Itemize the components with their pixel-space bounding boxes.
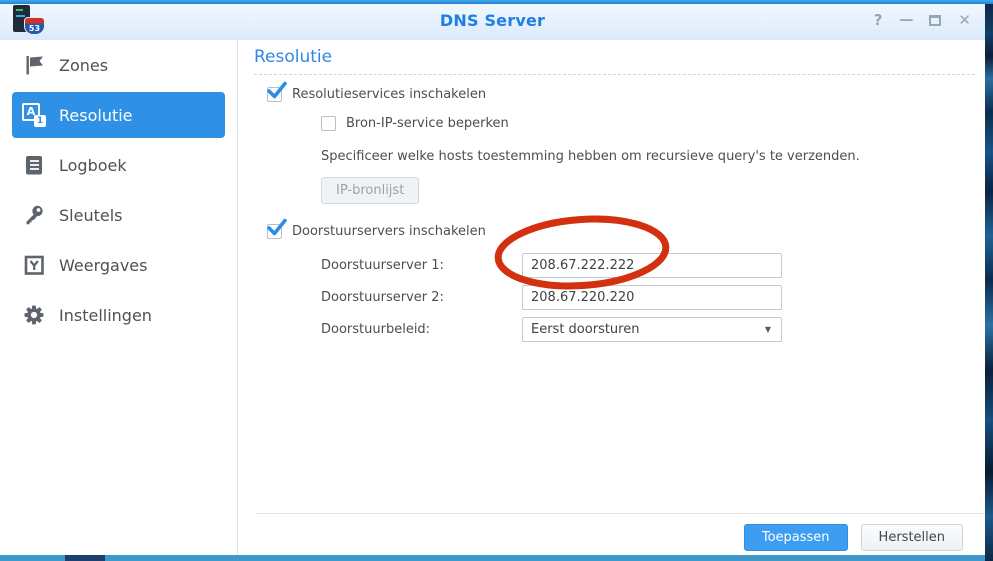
resolution-panel: Resolutie Resolutieservices inschakelen … (238, 40, 985, 555)
desktop-background-bottom (0, 555, 993, 561)
sidebar-item-logboek[interactable]: Logboek (12, 142, 225, 188)
footer-separator (255, 513, 985, 514)
limit-source-ip-row: Bron-IP-service beperken (321, 116, 975, 131)
sidebar-item-label: Logboek (59, 155, 127, 175)
gear-icon (22, 303, 46, 327)
sidebar-item-zones[interactable]: Zones (12, 42, 225, 88)
page-title: Resolutie (254, 47, 975, 75)
sidebar: Zones A 1 Resolutie Logboek Sleutels Wee… (0, 40, 238, 555)
window-top-accent (0, 0, 993, 4)
flag-icon (22, 53, 46, 77)
forwarder2-label: Doorstuurserver 2: (321, 290, 444, 305)
help-icon[interactable]: ? (874, 12, 883, 28)
key-icon (22, 203, 46, 227)
titlebar[interactable]: 53 DNS Server ? — ✕ (0, 0, 985, 40)
sidebar-item-label: Zones (59, 55, 109, 75)
close-icon[interactable]: ✕ (958, 12, 971, 28)
resolution-services-label: Resolutieservices inschakelen (292, 87, 487, 102)
forwarders-checkbox[interactable] (267, 218, 287, 239)
dns-server-window: 53 DNS Server ? — ✕ Zones A 1 Resolutie … (0, 0, 985, 555)
forwarder1-label: Doorstuurserver 1: (321, 258, 444, 273)
sidebar-item-label: Resolutie (59, 105, 133, 125)
forwarders-row: Doorstuurservers inschakelen (267, 218, 975, 239)
sidebar-item-resolutie[interactable]: A 1 Resolutie (12, 92, 225, 138)
apply-button[interactable]: Toepassen (743, 524, 848, 551)
sidebar-item-label: Instellingen (59, 305, 152, 325)
chevron-down-icon: ▼ (764, 325, 771, 334)
maximize-icon[interactable] (929, 14, 942, 26)
sidebar-item-instellingen[interactable]: Instellingen (12, 292, 225, 338)
log-icon (22, 153, 46, 177)
resolution-services-row: Resolutieservices inschakelen (267, 81, 975, 102)
limit-description: Specificeer welke hosts toestemming hebb… (321, 149, 860, 164)
window-controls: ? — ✕ (874, 0, 971, 40)
forwarder1-row: Doorstuurserver 1: (321, 253, 975, 278)
sidebar-item-label: Sleutels (59, 205, 123, 225)
footer-buttons: Toepassen Herstellen (743, 524, 963, 551)
translate-icon: A 1 (22, 103, 46, 127)
sidebar-item-weergaves[interactable]: Weergaves (12, 242, 225, 288)
sidebar-item-label: Weergaves (59, 255, 148, 275)
window-title: DNS Server (439, 11, 546, 30)
reset-button[interactable]: Herstellen (860, 524, 963, 551)
policy-row: Doorstuurbeleid: Eerst doorsturen ▼ (321, 317, 975, 342)
forwarder2-input[interactable] (522, 285, 782, 310)
policy-selected-value: Eerst doorsturen (531, 322, 640, 337)
desktop-background-detail (65, 555, 105, 561)
minimize-icon[interactable]: — (899, 13, 913, 27)
policy-label: Doorstuurbeleid: (321, 322, 431, 337)
views-icon (22, 253, 46, 277)
sidebar-item-sleutels[interactable]: Sleutels (12, 192, 225, 238)
ip-source-list-button[interactable]: IP-bronlijst (321, 177, 420, 204)
resolution-services-checkbox[interactable] (267, 81, 287, 102)
limit-source-ip-label: Bron-IP-service beperken (346, 116, 509, 131)
forwarder1-input[interactable] (522, 253, 782, 278)
forwarders-label: Doorstuurservers inschakelen (292, 224, 486, 239)
desktop-background-right (985, 0, 993, 561)
limit-source-ip-checkbox[interactable] (321, 116, 336, 131)
policy-select[interactable]: Eerst doorsturen ▼ (522, 317, 782, 342)
forwarder2-row: Doorstuurserver 2: (321, 285, 975, 310)
